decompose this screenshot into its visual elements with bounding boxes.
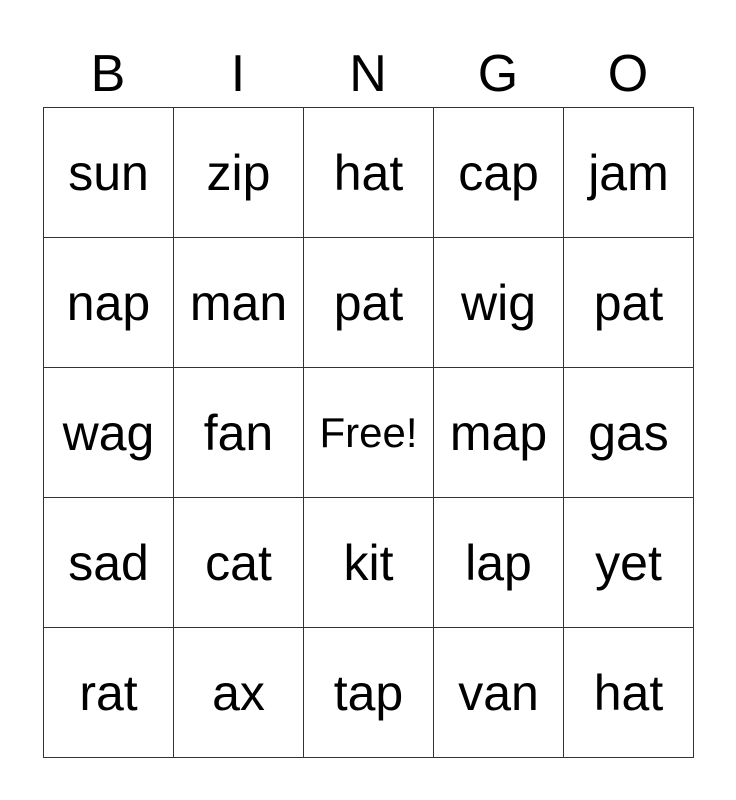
bingo-grid: sun zip hat cap jam nap man pat wig pat wag fan Free… (43, 107, 694, 758)
header-letter-o: O (607, 45, 649, 103)
bingo-cell: map (433, 367, 564, 498)
grid-row: sun zip hat cap jam (43, 107, 694, 238)
bingo-cell: hat (563, 627, 694, 758)
bingo-cell: lap (433, 497, 564, 628)
bingo-cell: man (173, 237, 304, 368)
bingo-cell: gas (563, 367, 694, 498)
bingo-cell: rat (43, 627, 174, 758)
bingo-cell: tap (303, 627, 434, 758)
bingo-cell: wag (43, 367, 174, 498)
bingo-header: B I N G O (43, 44, 693, 104)
grid-row: rat ax tap van hat (43, 627, 694, 758)
bingo-cell: zip (173, 107, 304, 238)
bingo-cell: hat (303, 107, 434, 238)
grid-row: wag fan Free! map gas (43, 367, 694, 498)
bingo-cell: kit (303, 497, 434, 628)
header-letter-i: I (230, 45, 246, 103)
header-letter-n: N (349, 45, 387, 103)
free-space-cell: Free! (303, 367, 434, 498)
grid-row: sad cat kit lap yet (43, 497, 694, 628)
header-letter-g: G (477, 45, 519, 103)
bingo-cell: cap (433, 107, 564, 238)
bingo-cell: sad (43, 497, 174, 628)
bingo-cell: pat (303, 237, 434, 368)
header-letter-b: B (90, 45, 126, 103)
bingo-cell: wig (433, 237, 564, 368)
bingo-cell: van (433, 627, 564, 758)
grid-row: nap man pat wig pat (43, 237, 694, 368)
bingo-cell: sun (43, 107, 174, 238)
bingo-cell: jam (563, 107, 694, 238)
bingo-cell: nap (43, 237, 174, 368)
bingo-cell: fan (173, 367, 304, 498)
bingo-cell: pat (563, 237, 694, 368)
bingo-cell: yet (563, 497, 694, 628)
bingo-cell: cat (173, 497, 304, 628)
bingo-cell: ax (173, 627, 304, 758)
